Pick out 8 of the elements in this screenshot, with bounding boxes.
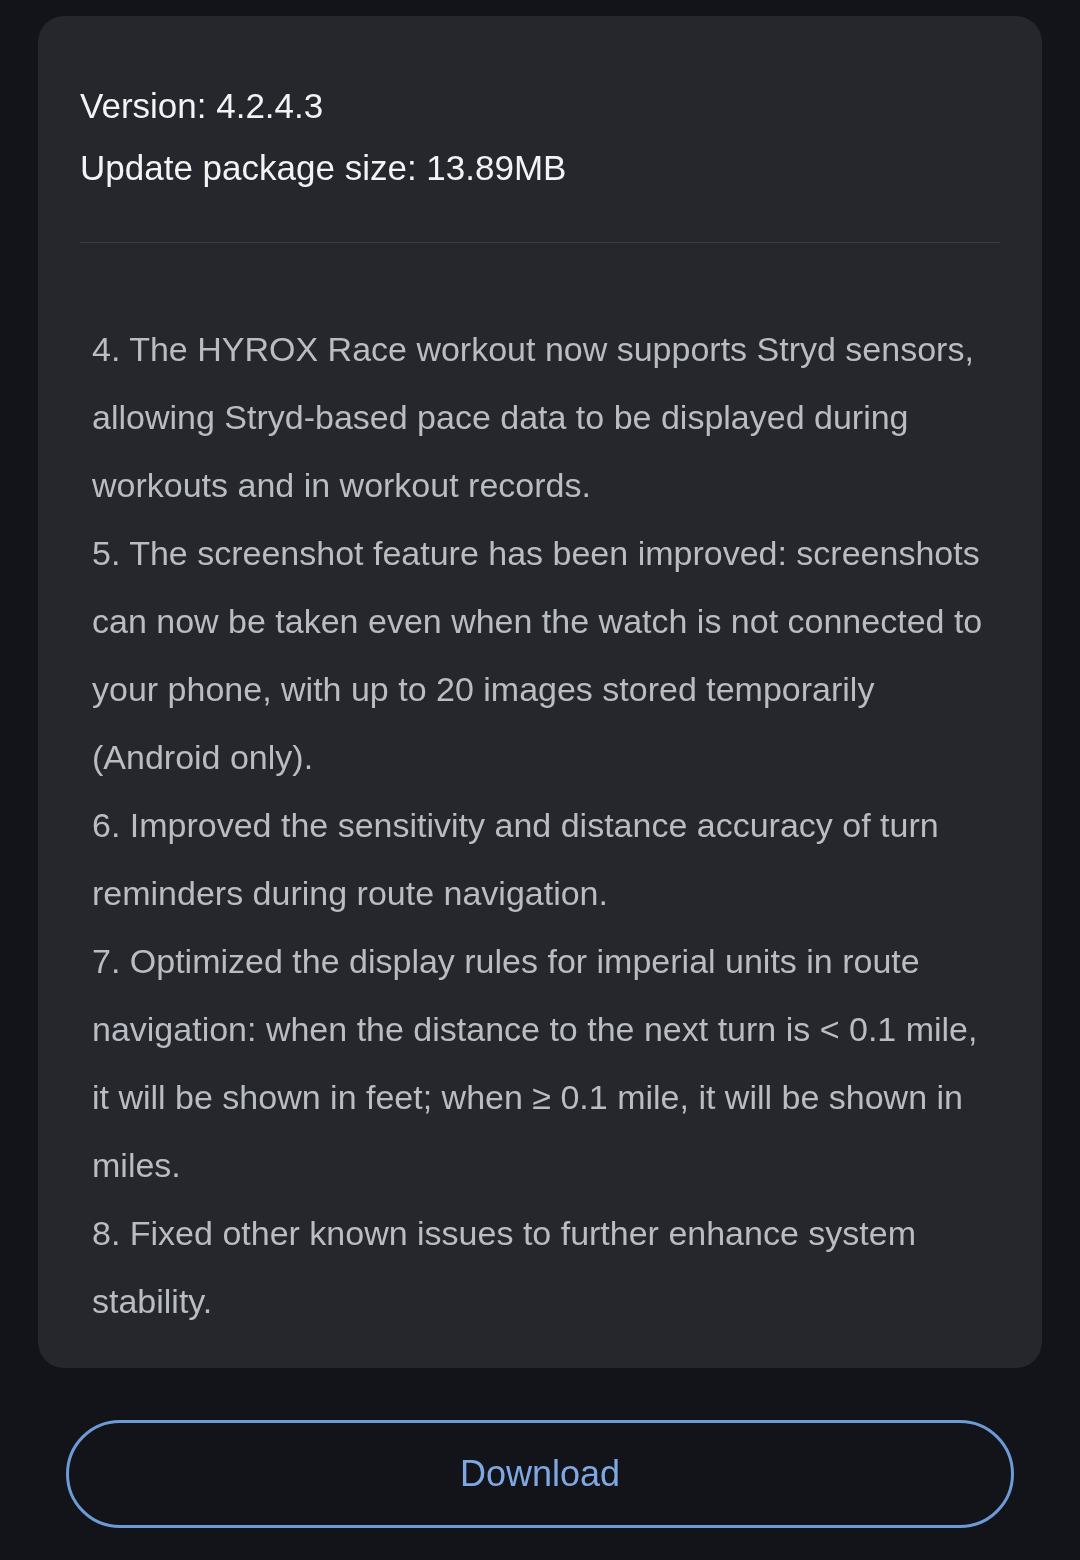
package-size-text: Update package size: 13.89MB <box>80 148 568 188</box>
download-button[interactable]: Download <box>66 1420 1014 1528</box>
version-text: Version: 4.2.4.3 <box>80 86 325 126</box>
release-note: 5. The screenshot feature has been improved: screenshots can now be taken even when the watch is not connected to your phone, with up to 20 images stored temporarily (Android only). <box>92 533 984 778</box>
release-note: 6. Improved the sensitivity and distance accuracy of turn reminders during route navigation. <box>92 805 940 914</box>
release-note: 7. Optimized the display rules for imperial units in route navigation: when the distance to the next turn is < 0.1 mile, it will be shown in feet; when ≥ 0.1 mile, it will be shown in miles. <box>92 941 979 1186</box>
release-note: 8. Fixed other known issues to further enhance system stability. <box>92 1213 917 1322</box>
release-note: 4. The HYROX Race workout now supports Stryd sensors, allowing Stryd-based pace data to be displayed during workouts and in workout records. <box>92 329 975 506</box>
